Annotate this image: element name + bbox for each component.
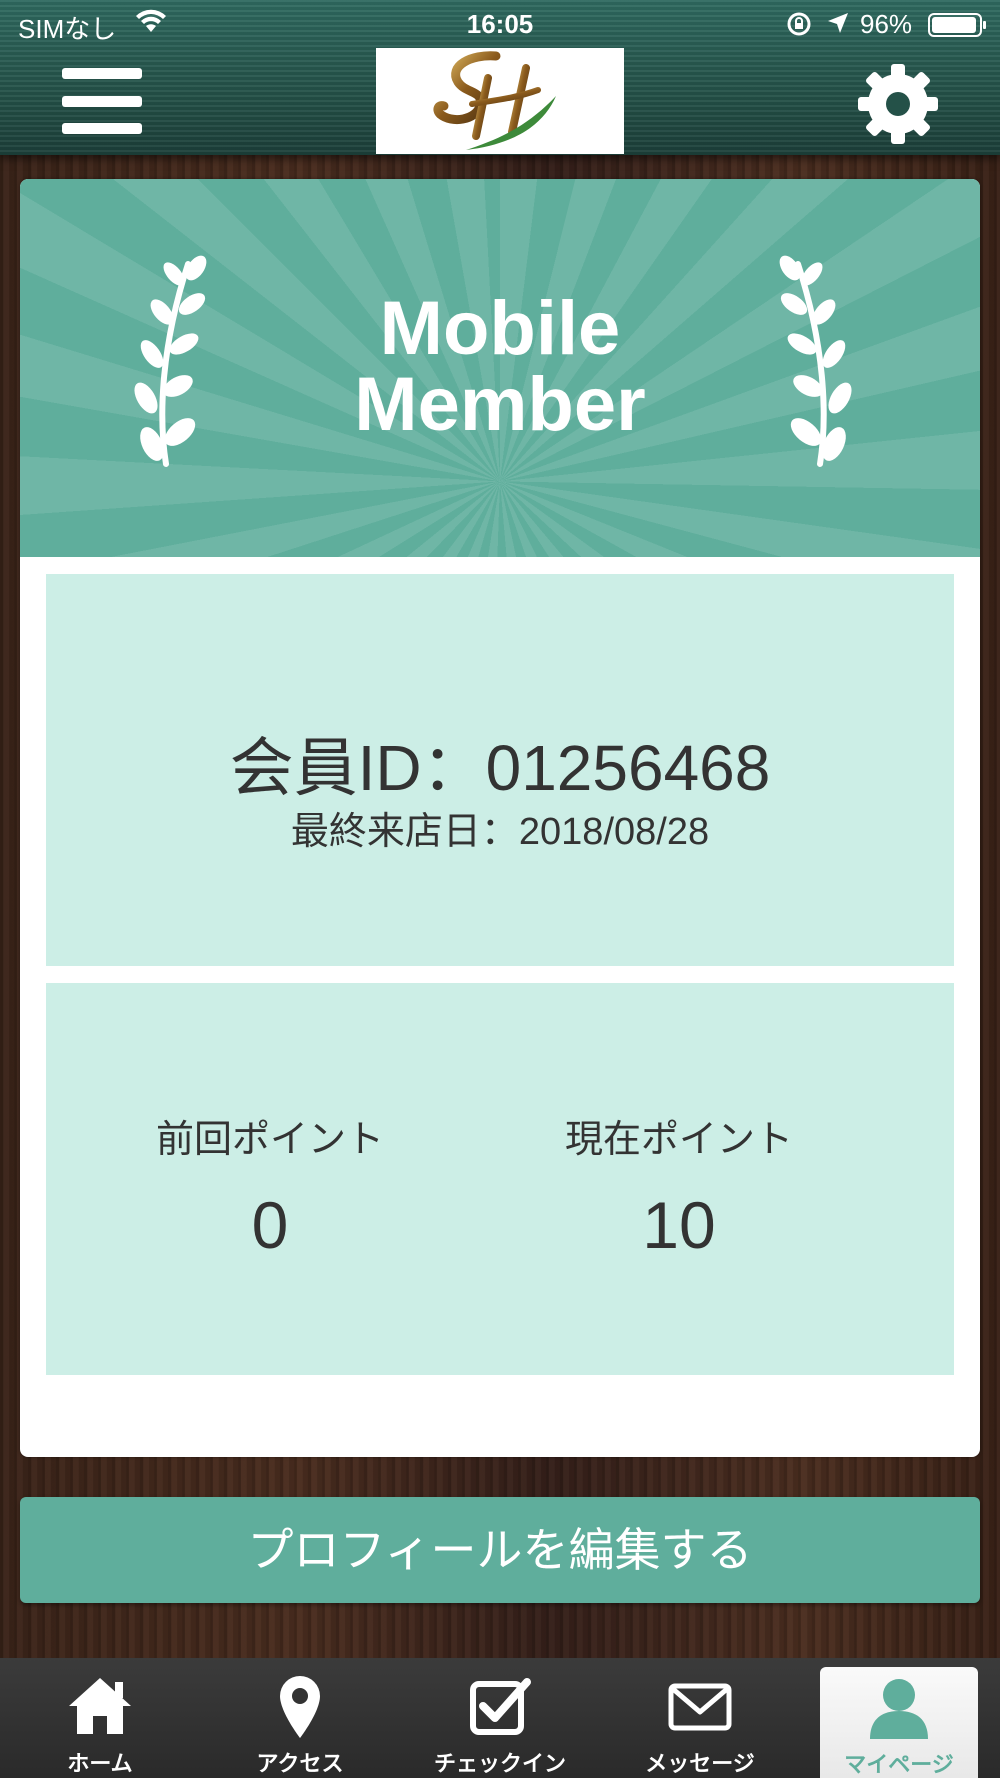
battery-percent: 96% <box>860 9 913 39</box>
map-pin-icon <box>280 1676 320 1738</box>
battery-icon <box>928 13 986 37</box>
envelope-icon <box>668 1683 732 1731</box>
tab-home[interactable]: ホーム <box>0 1658 200 1778</box>
points-panel: 前回ポイント 0 現在ポイント 10 <box>46 983 954 1375</box>
tab-access[interactable]: アクセス <box>200 1658 400 1778</box>
gear-icon[interactable] <box>856 62 940 146</box>
person-icon <box>870 1679 928 1739</box>
tab-checkin[interactable]: チェックイン <box>400 1658 600 1778</box>
last-visit-date: 最終来店日：2018/08/28 <box>290 811 710 853</box>
member-banner: Mobile Member <box>20 179 980 557</box>
tab-message-label: メッセージ <box>645 1752 755 1777</box>
member-id-panel: 会員ID：01256468 最終来店日：2018/08/28 <box>46 574 954 966</box>
tab-mypage[interactable]: マイページ <box>820 1667 978 1778</box>
home-icon <box>69 1678 131 1734</box>
tab-access-label: アクセス <box>256 1752 344 1777</box>
app-logo <box>376 48 624 154</box>
rotation-lock-icon <box>786 11 812 44</box>
current-points-label: 現在ポイント <box>564 1119 793 1161</box>
previous-points: 前回ポイント 0 <box>60 1108 480 1263</box>
tab-checkin-label: チェックイン <box>433 1752 566 1777</box>
clock: 16:05 <box>466 9 534 39</box>
previous-points-label: 前回ポイント <box>155 1119 384 1161</box>
tab-home-label: ホーム <box>67 1752 133 1777</box>
member-card: Mobile Member 会員ID：01256468 最終来店日：2018/0… <box>20 179 980 1457</box>
laurel-right-icon <box>779 255 852 467</box>
hamburger-menu-icon[interactable] <box>62 68 142 134</box>
edit-profile-button[interactable]: プロフィールを編集する <box>20 1497 980 1603</box>
status-bar: SIMなし 16:05 96% <box>0 0 1000 48</box>
current-points-value: 10 <box>642 1188 716 1262</box>
tab-bar: ホーム アクセス チェックイン メッセージ マイページ <box>0 1658 1000 1778</box>
location-arrow-icon <box>826 11 850 42</box>
previous-points-value: 0 <box>251 1188 289 1262</box>
current-points: 現在ポイント 10 <box>469 1108 889 1263</box>
tab-mypage-label: マイページ <box>844 1753 954 1778</box>
tab-message[interactable]: メッセージ <box>600 1658 800 1778</box>
checkbox-icon <box>470 1678 531 1735</box>
app-header: SIMなし 16:05 96% <box>0 0 1000 155</box>
member-id: 会員ID：01256468 <box>229 732 771 804</box>
